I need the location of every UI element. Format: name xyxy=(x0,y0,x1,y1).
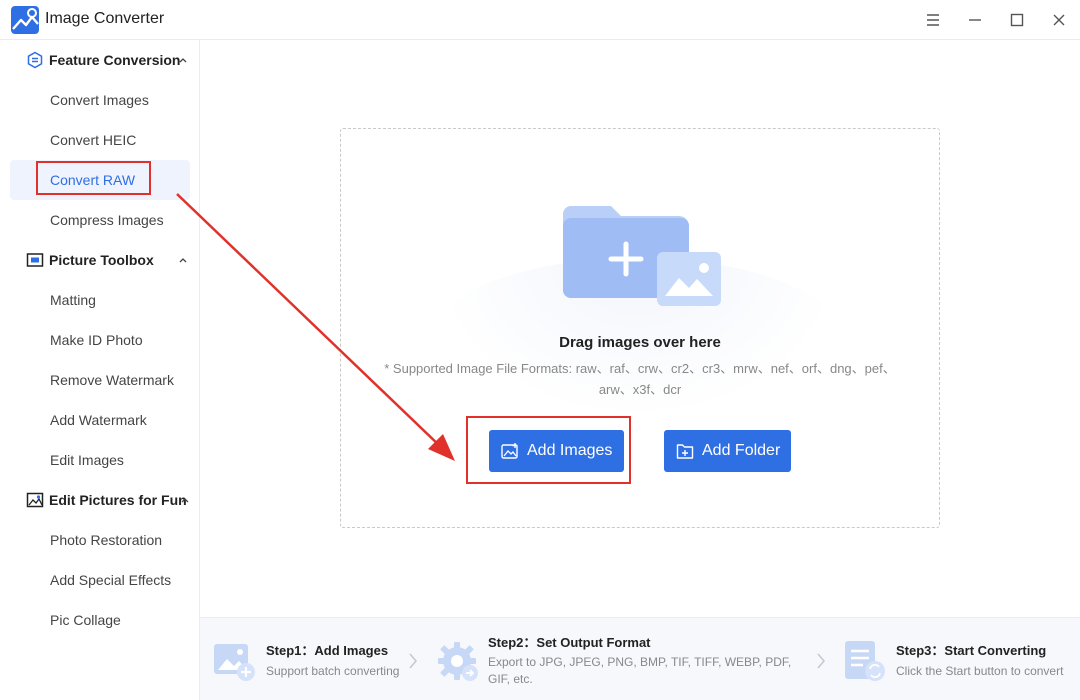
add-images-step-icon xyxy=(214,644,255,681)
minimize-icon xyxy=(969,19,981,21)
step2-desc-line: Export to JPG, JPEG, PNG, BMP, TIF, TIFF… xyxy=(488,655,792,669)
step3-desc: Click the Start button to convert xyxy=(896,664,1064,678)
sidebar-item-label: Compress Images xyxy=(50,212,164,228)
add-folder-label: Add Folder xyxy=(702,442,781,459)
chevron-up-icon xyxy=(179,58,187,63)
step2-title: Step2：Set Output Format xyxy=(488,635,651,650)
sidebar-item-label: Photo Restoration xyxy=(50,532,163,548)
chevron-right-icon xyxy=(409,653,418,669)
add-folder-icon xyxy=(676,444,694,459)
menu-icon xyxy=(927,14,939,26)
close-icon xyxy=(1053,14,1065,26)
sidebar-item-label: Matting xyxy=(50,292,96,308)
sidebar-item-label: Remove Watermark xyxy=(50,372,174,388)
feature-conversion-icon xyxy=(25,50,45,70)
maximize-button[interactable] xyxy=(1005,8,1029,32)
close-button[interactable] xyxy=(1047,8,1071,32)
sidebar-item-compress-images[interactable]: Compress Images xyxy=(10,200,190,240)
sidebar-item-edit-images[interactable]: Edit Images xyxy=(10,440,190,480)
sidebar-item-label: Pic Collage xyxy=(50,612,121,628)
sidebar-item-remove-watermark[interactable]: Remove Watermark xyxy=(10,360,190,400)
sidebar-item-label: Add Special Effects xyxy=(50,572,172,588)
sidebar: Feature Conversion Convert Images Conver… xyxy=(0,40,200,700)
section-label: Feature Conversion xyxy=(49,52,181,68)
app-title: Image Converter xyxy=(45,10,165,27)
folder-image-icon xyxy=(563,206,721,306)
edit-pictures-icon xyxy=(25,490,45,510)
section-edit-pictures-for-fun[interactable]: Edit Pictures for Fun xyxy=(0,480,200,520)
step2-desc-line: GIF, etc. xyxy=(488,672,533,686)
chevron-right-icon xyxy=(817,653,826,669)
add-image-icon xyxy=(501,443,518,459)
add-folder-button[interactable]: Add Folder xyxy=(664,430,791,472)
add-images-button[interactable]: Add Images xyxy=(489,430,624,472)
sidebar-item-label: Convert Images xyxy=(50,92,149,108)
section-label: Picture Toolbox xyxy=(49,252,154,268)
step1-title: Step1：Add Images xyxy=(266,643,389,658)
add-images-label: Add Images xyxy=(527,442,613,459)
section-label: Edit Pictures for Fun xyxy=(49,492,187,508)
title-bar: Image Converter xyxy=(0,0,1080,40)
settings-gear-icon xyxy=(438,642,478,681)
sidebar-item-pic-collage[interactable]: Pic Collage xyxy=(10,600,190,640)
drag-title: Drag images over here xyxy=(559,334,721,351)
convert-document-icon xyxy=(845,641,885,681)
supported-formats: * Supported Image File Formats: raw、raf、… xyxy=(360,358,920,400)
minimize-button[interactable] xyxy=(963,8,987,32)
app-logo-icon xyxy=(11,6,39,34)
sidebar-item-convert-heic[interactable]: Convert HEIC xyxy=(10,120,190,160)
sidebar-item-label: Make ID Photo xyxy=(50,332,143,348)
sidebar-item-label: Convert RAW xyxy=(50,172,136,188)
sidebar-item-label: Edit Images xyxy=(50,452,124,468)
sidebar-item-convert-raw[interactable]: Convert RAW xyxy=(10,160,190,200)
maximize-icon xyxy=(1010,13,1024,27)
menu-button[interactable] xyxy=(921,8,945,32)
sidebar-item-label: Convert HEIC xyxy=(50,132,137,148)
supported-formats-line: arw、x3f、dcr xyxy=(598,382,682,397)
sidebar-item-make-id-photo[interactable]: Make ID Photo xyxy=(10,320,190,360)
chevron-up-icon xyxy=(179,258,187,263)
sidebar-item-convert-images[interactable]: Convert Images xyxy=(10,80,190,120)
picture-toolbox-icon xyxy=(25,250,45,270)
sidebar-item-add-special-effects[interactable]: Add Special Effects xyxy=(10,560,190,600)
sidebar-item-label: Add Watermark xyxy=(50,412,147,428)
step3-title: Step3：Start Converting xyxy=(896,643,1047,658)
supported-formats-line: * Supported Image File Formats: raw、raf、… xyxy=(384,361,896,376)
section-picture-toolbox[interactable]: Picture Toolbox xyxy=(0,240,200,280)
sidebar-item-photo-restoration[interactable]: Photo Restoration xyxy=(10,520,190,560)
sidebar-item-add-watermark[interactable]: Add Watermark xyxy=(10,400,190,440)
step1-desc: Support batch converting xyxy=(266,664,400,678)
steps-bar: Step1：Add Images Support batch convertin… xyxy=(200,617,1080,700)
sidebar-item-matting[interactable]: Matting xyxy=(10,280,190,320)
chevron-up-icon xyxy=(181,498,189,503)
section-feature-conversion[interactable]: Feature Conversion xyxy=(0,40,200,80)
